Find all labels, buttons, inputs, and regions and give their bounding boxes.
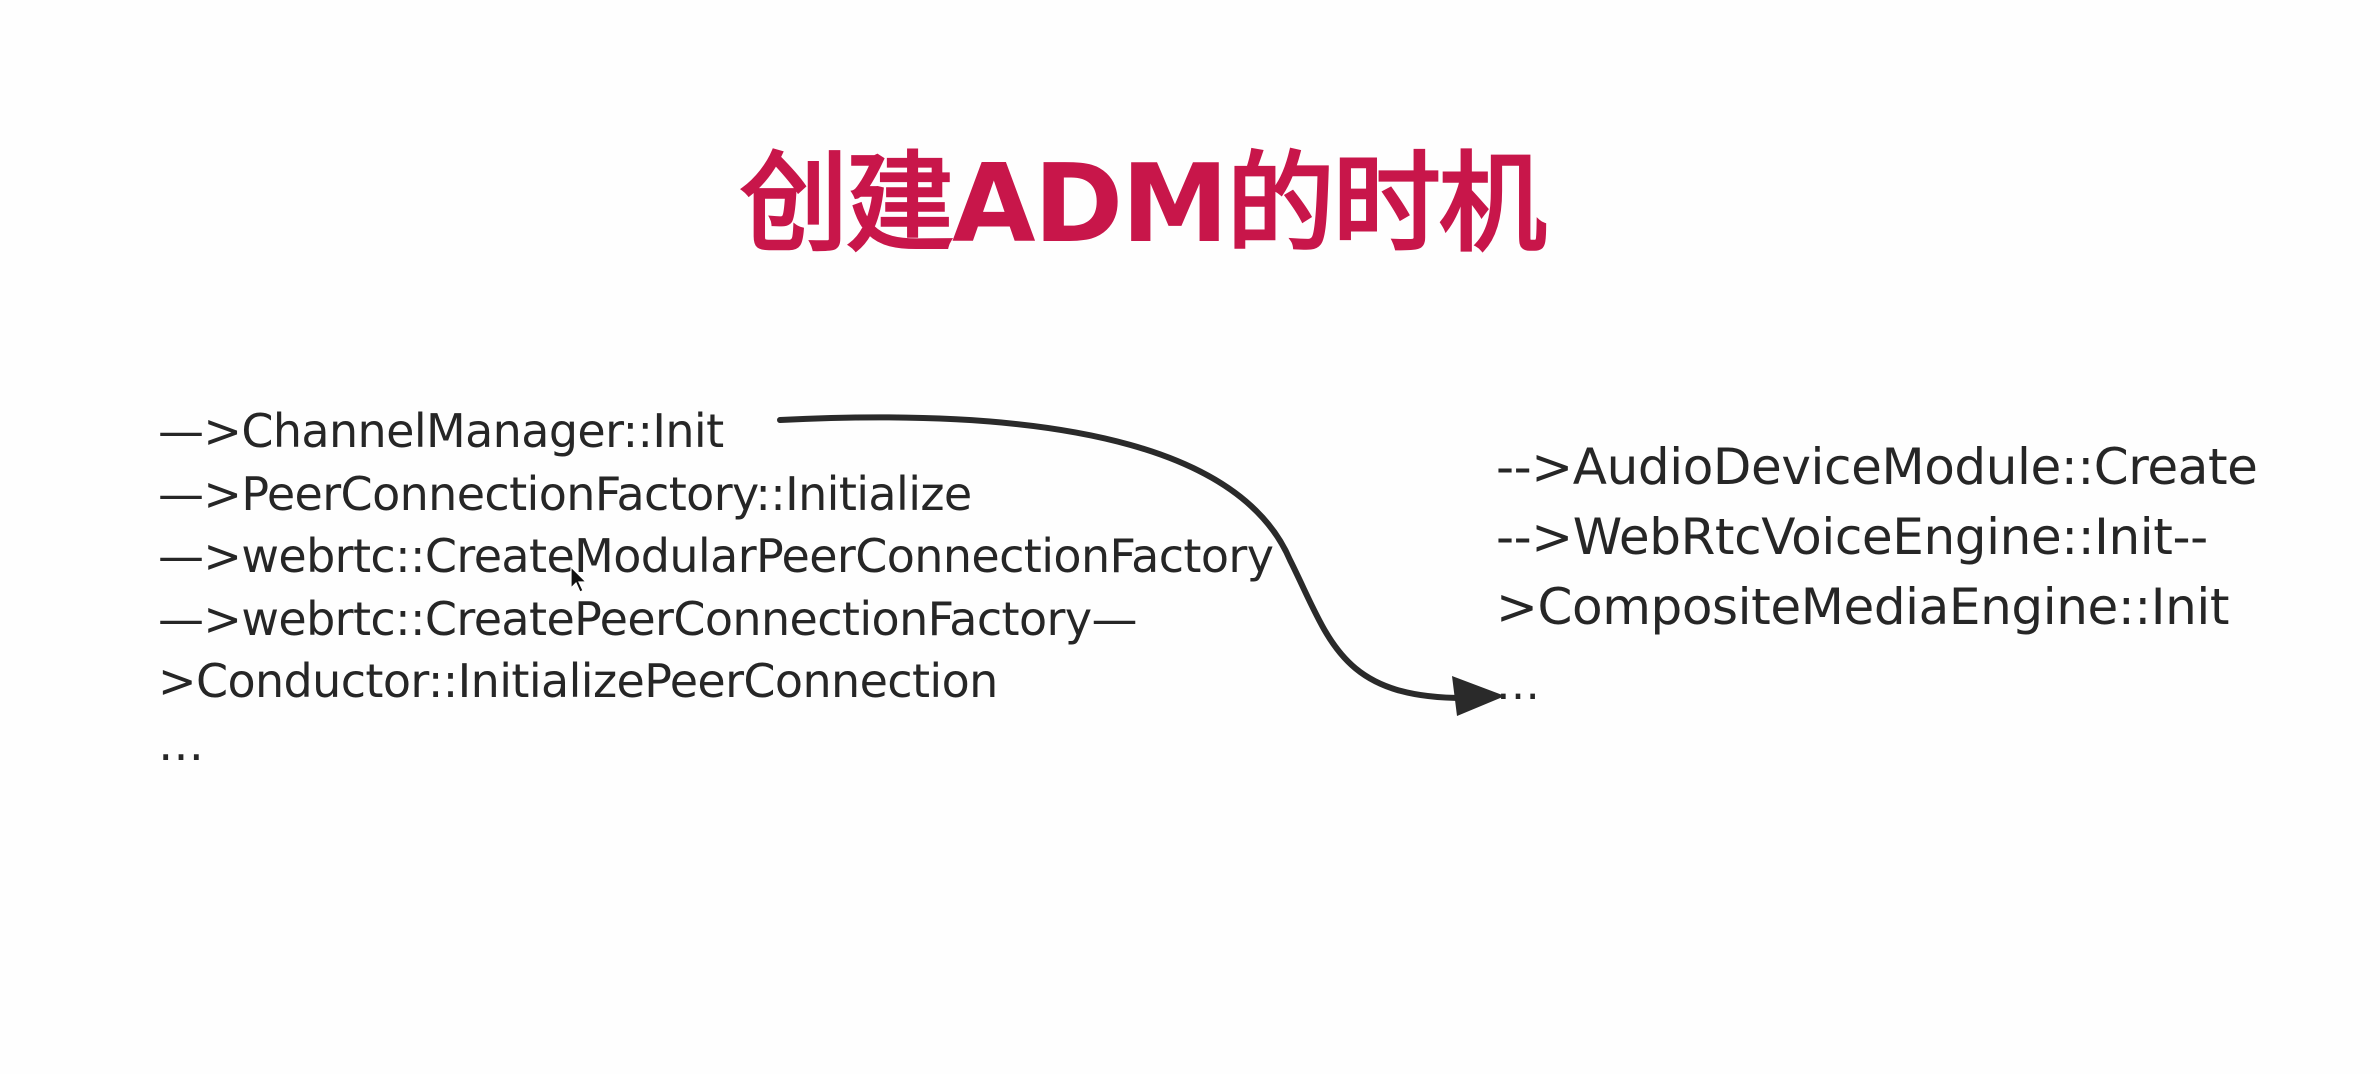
call-chain-line: >CompositeMediaEngine::Init [1496, 578, 2230, 636]
call-chain-line: —>webrtc::CreateModularPeerConnectionFac… [158, 529, 1274, 583]
call-chain-line: >Conductor::InitializePeerConnection [158, 654, 998, 708]
call-chain-right: -->AudioDeviceModule::Create -->WebRtcVo… [1496, 432, 2346, 728]
mouse-pointer-icon [570, 566, 588, 593]
call-chain-line: -->WebRtcVoiceEngine::Init-- [1496, 508, 2208, 566]
call-chain-line: —>PeerConnectionFactory::Initialize [158, 466, 972, 521]
call-chain-left: —>ChannelManager::Init —>PeerConnectionF… [158, 400, 1388, 775]
call-chain-line: -->AudioDeviceModule::Create [1496, 438, 2258, 496]
call-chain-line: —>ChannelManager::Init [158, 404, 724, 458]
slide-title: 创建ADM的时机 [740, 142, 1547, 267]
call-chain-ellipsis: … [158, 716, 204, 771]
call-chain-line: —>webrtc::CreatePeerConnectionFactory— [158, 591, 1137, 646]
slide: 创建ADM的时机 —>ChannelManager::Init —>PeerCo… [0, 0, 2380, 1074]
call-chain-ellipsis: … [1496, 659, 1540, 710]
